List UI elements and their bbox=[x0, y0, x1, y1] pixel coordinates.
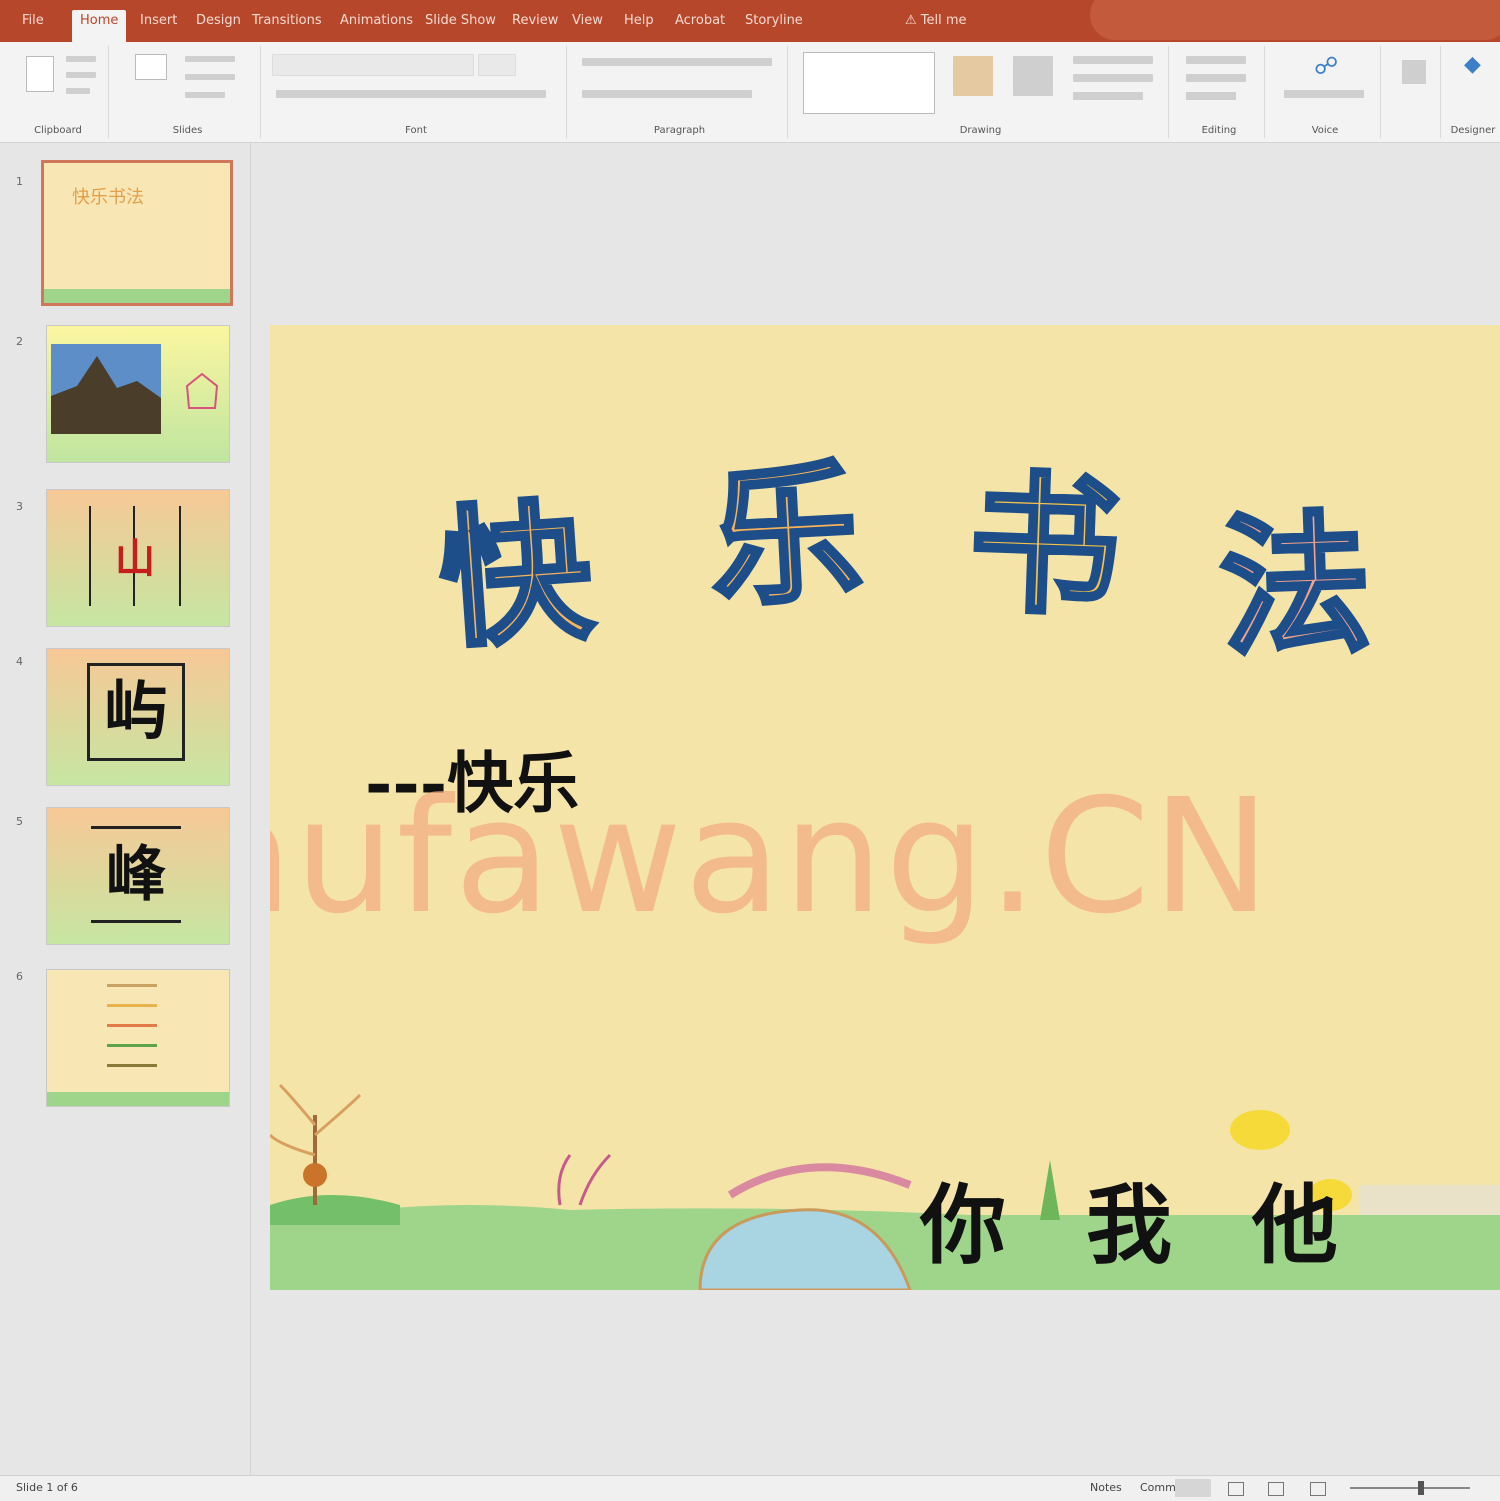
title-char-3: 书 bbox=[964, 453, 1125, 639]
slide-number: 4 bbox=[16, 655, 23, 668]
group-label-paragraph: Paragraph bbox=[653, 125, 706, 136]
footer-char-3: 他 bbox=[1251, 1175, 1338, 1276]
tab-slide-show[interactable]: Slide Show bbox=[425, 10, 496, 32]
tab-transitions[interactable]: Transitions bbox=[252, 10, 322, 32]
zoom-slider-thumb[interactable] bbox=[1418, 1481, 1424, 1495]
slide-thumbnail-6[interactable] bbox=[46, 969, 230, 1107]
slide-number: 3 bbox=[16, 500, 23, 513]
group-label-designer: Designer bbox=[1450, 125, 1496, 136]
dictate-icon[interactable]: ☍ bbox=[1314, 52, 1338, 80]
slide-thumbnail-5[interactable]: 峰 bbox=[46, 807, 230, 945]
ribbon-group-extra bbox=[1390, 46, 1441, 138]
slide-canvas[interactable]: 快 乐 书 法 ---快乐 Shufawang.CN 你 我 他 bbox=[270, 325, 1500, 1290]
slide-thumbnail-1[interactable]: 快乐书法 bbox=[41, 160, 233, 306]
tab-animations[interactable]: Animations bbox=[340, 10, 413, 32]
ribbon-group-font: Font bbox=[266, 46, 567, 138]
slide-thumbnail-4[interactable]: 屿 bbox=[46, 648, 230, 786]
thumb-character: 屿 bbox=[87, 663, 185, 761]
ribbon-group-slides: Slides bbox=[115, 46, 261, 138]
slide-title[interactable]: 快 乐 书 法 bbox=[432, 365, 1420, 679]
title-decoration bbox=[1090, 0, 1500, 40]
tab-file[interactable]: File bbox=[22, 10, 44, 32]
thumb-character: 山 bbox=[115, 536, 155, 582]
slide-thumbnail-2[interactable] bbox=[46, 325, 230, 463]
tell-me-label: Tell me bbox=[920, 13, 967, 28]
group-label-font: Font bbox=[405, 125, 427, 136]
ribbon-group-drawing: Drawing bbox=[793, 46, 1169, 138]
slide-number: 5 bbox=[16, 815, 23, 828]
shapes-gallery[interactable] bbox=[803, 52, 935, 114]
group-label-voice: Voice bbox=[1311, 125, 1339, 136]
tab-insert[interactable]: Insert bbox=[140, 10, 177, 32]
group-label-drawing: Drawing bbox=[959, 125, 1002, 136]
ribbon-group-clipboard: Clipboard bbox=[8, 46, 109, 138]
slide-thumbnails-panel: 1 快乐书法 2 3 山 4 屿 5 峰 6 bbox=[0, 143, 251, 1475]
ribbon-group-editing: Editing bbox=[1174, 46, 1265, 138]
notes-button[interactable]: Notes bbox=[1090, 1481, 1122, 1494]
group-label-editing: Editing bbox=[1201, 125, 1237, 136]
lightbulb-icon: ⚠ bbox=[905, 13, 917, 28]
slide-number: 6 bbox=[16, 970, 23, 983]
font-size-dropdown[interactable] bbox=[478, 54, 516, 76]
arrange-icon[interactable] bbox=[953, 56, 993, 96]
slide-number: 1 bbox=[16, 175, 23, 188]
zoom-slider[interactable] bbox=[1350, 1487, 1470, 1489]
title-char-1: 快 bbox=[432, 480, 599, 671]
slideshow-view-icon[interactable] bbox=[1310, 1482, 1326, 1496]
ribbon: Clipboard Slides Font Paragraph Drawing … bbox=[0, 42, 1500, 143]
slide-number: 2 bbox=[16, 335, 23, 348]
group-label-slides: Slides bbox=[172, 125, 203, 136]
thumb-title: 快乐书法 bbox=[72, 187, 144, 208]
title-char-4: 法 bbox=[1215, 493, 1376, 679]
watermark-text: Shufawang.CN bbox=[270, 765, 1273, 949]
thumb-character: 峰 bbox=[106, 840, 166, 910]
add-in-icon[interactable] bbox=[1402, 60, 1426, 84]
reading-view-icon[interactable] bbox=[1268, 1482, 1284, 1496]
slide-count: Slide 1 of 6 bbox=[16, 1481, 78, 1494]
ribbon-group-designer: ◆ Designer bbox=[1446, 46, 1500, 138]
tab-tell-me[interactable]: ⚠ Tell me bbox=[905, 10, 967, 32]
tab-review[interactable]: Review bbox=[512, 10, 558, 32]
normal-view-icon[interactable] bbox=[1175, 1479, 1211, 1497]
tab-help[interactable]: Help bbox=[624, 10, 654, 32]
footer-char-2: 我 bbox=[1085, 1175, 1172, 1276]
tab-home[interactable]: Home bbox=[72, 10, 127, 42]
title-bar: File Home Insert Design Transitions Anim… bbox=[0, 0, 1500, 42]
slide-thumbnail-3[interactable]: 山 bbox=[46, 489, 230, 627]
title-char-2: 乐 bbox=[704, 442, 868, 631]
group-label-clipboard: Clipboard bbox=[34, 125, 82, 136]
tab-design[interactable]: Design bbox=[196, 10, 241, 32]
ribbon-group-paragraph: Paragraph bbox=[572, 46, 788, 138]
quick-styles-icon[interactable] bbox=[1013, 56, 1053, 96]
tab-view[interactable]: View bbox=[572, 10, 603, 32]
slide-sorter-icon[interactable] bbox=[1228, 1482, 1244, 1496]
ribbon-group-voice: ☍ Voice bbox=[1270, 46, 1381, 138]
slide-footer-text[interactable]: 你 我 他 bbox=[920, 1155, 1338, 1280]
tab-acrobat[interactable]: Acrobat bbox=[675, 10, 725, 32]
footer-char-1: 你 bbox=[920, 1175, 1006, 1276]
tab-storyline[interactable]: Storyline bbox=[745, 10, 803, 32]
status-bar: Slide 1 of 6 Notes Comments bbox=[0, 1475, 1500, 1501]
landscape-photo bbox=[51, 344, 219, 434]
designer-icon[interactable]: ◆ bbox=[1464, 52, 1481, 77]
paste-icon[interactable] bbox=[26, 56, 54, 92]
font-name-dropdown[interactable] bbox=[272, 54, 474, 76]
new-slide-icon[interactable] bbox=[135, 54, 167, 80]
